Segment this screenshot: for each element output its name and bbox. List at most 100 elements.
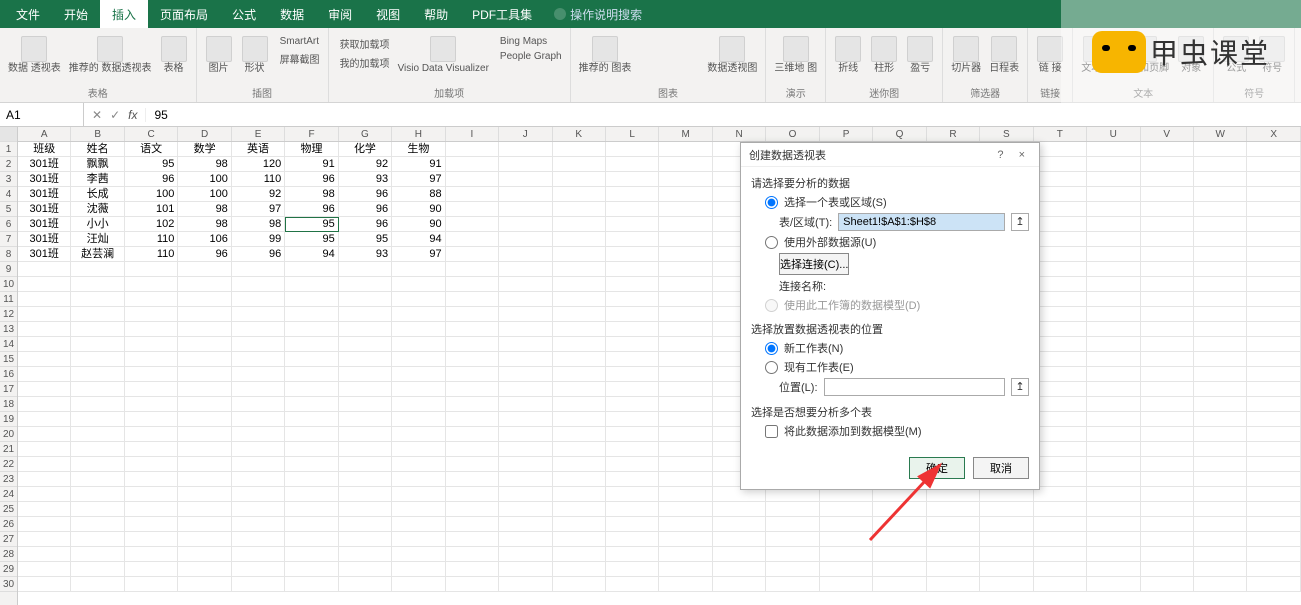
cell[interactable] [125, 292, 178, 307]
cell[interactable]: 沈薇 [71, 202, 124, 217]
cell[interactable] [820, 577, 873, 592]
cell[interactable] [125, 337, 178, 352]
cell[interactable] [553, 472, 606, 487]
cell[interactable] [1034, 547, 1087, 562]
cell[interactable] [553, 427, 606, 442]
cell[interactable] [1034, 322, 1087, 337]
cell[interactable] [1194, 322, 1247, 337]
cell[interactable] [659, 337, 712, 352]
cell[interactable] [1087, 472, 1140, 487]
cell[interactable] [1034, 157, 1087, 172]
cell[interactable] [392, 352, 445, 367]
cell[interactable] [285, 547, 338, 562]
cell[interactable] [178, 547, 231, 562]
cell[interactable]: 90 [392, 217, 445, 232]
col-header[interactable]: K [553, 127, 606, 141]
cell[interactable] [339, 472, 392, 487]
cell[interactable] [1087, 577, 1140, 592]
cell[interactable] [1141, 187, 1194, 202]
cell[interactable] [392, 517, 445, 532]
row-header[interactable]: 24 [0, 487, 17, 502]
cell[interactable] [392, 367, 445, 382]
cell[interactable] [1194, 547, 1247, 562]
cell[interactable] [499, 307, 552, 322]
cell[interactable] [285, 277, 338, 292]
cell[interactable] [499, 472, 552, 487]
cell[interactable] [499, 232, 552, 247]
cell[interactable] [125, 397, 178, 412]
cell[interactable] [285, 352, 338, 367]
cell[interactable] [499, 172, 552, 187]
cell[interactable] [446, 157, 499, 172]
cell[interactable] [1034, 277, 1087, 292]
cell[interactable] [285, 367, 338, 382]
cell[interactable] [1247, 397, 1300, 412]
cell[interactable] [1141, 172, 1194, 187]
cell[interactable] [606, 247, 659, 262]
cell[interactable] [339, 442, 392, 457]
col-header[interactable]: A [18, 127, 71, 141]
cell[interactable] [446, 412, 499, 427]
cell[interactable]: 301班 [18, 202, 71, 217]
cell[interactable] [606, 367, 659, 382]
cell[interactable] [392, 562, 445, 577]
cell[interactable] [1194, 457, 1247, 472]
cell[interactable] [606, 412, 659, 427]
location-picker-icon[interactable]: ↥ [1011, 378, 1029, 396]
cell[interactable]: 100 [125, 187, 178, 202]
cell[interactable] [446, 187, 499, 202]
cell[interactable] [285, 502, 338, 517]
get-addins-button[interactable]: 获取加载项 [337, 36, 390, 51]
cell[interactable] [766, 577, 819, 592]
cell[interactable] [1034, 427, 1087, 442]
cell[interactable] [285, 577, 338, 592]
cell[interactable]: 98 [232, 217, 285, 232]
cell[interactable] [1034, 517, 1087, 532]
cell[interactable] [659, 232, 712, 247]
cell[interactable] [339, 322, 392, 337]
cell[interactable] [1034, 262, 1087, 277]
cell[interactable] [766, 562, 819, 577]
cell[interactable] [178, 562, 231, 577]
cell[interactable] [285, 517, 338, 532]
cell[interactable] [71, 382, 124, 397]
cell[interactable]: 94 [285, 247, 338, 262]
cell[interactable] [1141, 352, 1194, 367]
cell[interactable] [659, 277, 712, 292]
cell[interactable] [1034, 187, 1087, 202]
cell[interactable] [1034, 397, 1087, 412]
cell[interactable] [392, 487, 445, 502]
cell[interactable] [125, 412, 178, 427]
sparkline-col-button[interactable]: 柱形 [870, 36, 898, 75]
cell[interactable] [499, 247, 552, 262]
cell[interactable] [392, 277, 445, 292]
cell[interactable] [1247, 142, 1300, 157]
cell[interactable] [1141, 577, 1194, 592]
cell[interactable] [392, 382, 445, 397]
cell[interactable] [392, 547, 445, 562]
cell[interactable] [232, 427, 285, 442]
cell[interactable] [1141, 517, 1194, 532]
cell[interactable] [606, 187, 659, 202]
cell[interactable] [71, 517, 124, 532]
cell[interactable] [1247, 532, 1300, 547]
col-header[interactable]: B [71, 127, 124, 141]
cell[interactable] [18, 457, 71, 472]
cell[interactable] [553, 247, 606, 262]
cell[interactable] [446, 232, 499, 247]
link-button[interactable]: 链 接 [1036, 36, 1064, 75]
cell[interactable] [125, 547, 178, 562]
cell[interactable]: 小小 [71, 217, 124, 232]
cell[interactable] [766, 547, 819, 562]
cell[interactable] [659, 502, 712, 517]
cell[interactable]: 91 [392, 157, 445, 172]
cell[interactable] [446, 262, 499, 277]
cell[interactable] [178, 367, 231, 382]
cell[interactable] [1034, 367, 1087, 382]
cell[interactable] [1141, 532, 1194, 547]
cell[interactable] [1194, 292, 1247, 307]
cell[interactable] [499, 202, 552, 217]
cell[interactable] [446, 247, 499, 262]
radio-existing-sheet[interactable] [765, 361, 778, 374]
cell[interactable] [18, 367, 71, 382]
